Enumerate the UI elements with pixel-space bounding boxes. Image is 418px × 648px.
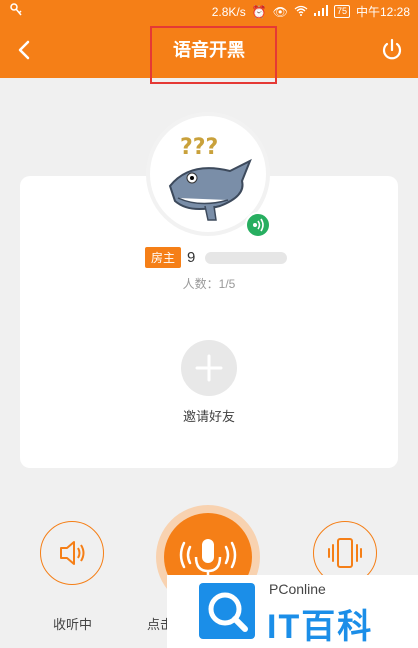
member-count: 人数：1/5 <box>182 277 236 291</box>
key-icon <box>10 3 22 20</box>
back-button[interactable] <box>10 34 42 66</box>
watermark-brand: PConline <box>269 581 326 597</box>
speaking-indicator <box>245 212 271 238</box>
listen-toggle-button[interactable] <box>40 521 104 585</box>
title-highlight-box <box>150 26 277 84</box>
signal-icon <box>313 4 328 19</box>
svg-text:???: ??? <box>180 135 218 160</box>
host-tag: 房主 <box>145 247 182 268</box>
pconline-watermark: PConline IT百科 <box>167 575 418 648</box>
power-icon <box>382 38 402 60</box>
speaking-indicator-icon <box>253 218 264 232</box>
exit-room-button[interactable] <box>376 34 408 66</box>
status-bar: 2.8K/s ⏰ 👁 75 中午12:28 <box>0 0 418 22</box>
clock: 中午12:28 <box>355 5 410 19</box>
host-row: 房主 9 <box>145 247 288 268</box>
watermark-title: IT百科 <box>267 608 374 646</box>
wifi-icon <box>294 5 308 19</box>
plus-icon <box>195 354 223 382</box>
battery-icon: 75 <box>333 5 350 18</box>
host-name: 9 <box>187 249 196 266</box>
speaker-icon <box>60 541 85 565</box>
invite-friend-label: 邀请好友 <box>182 409 235 424</box>
pconline-logo-icon <box>199 583 255 639</box>
blurred-name <box>205 251 288 264</box>
listen-label: 收听中 <box>53 617 93 632</box>
alarm-icon: ⏰ <box>251 4 267 19</box>
eye-icon: 👁 <box>272 4 288 19</box>
network-speed: 2.8K/s <box>211 4 246 19</box>
back-arrow-icon <box>18 40 30 60</box>
invite-friend-button[interactable] <box>181 340 237 396</box>
